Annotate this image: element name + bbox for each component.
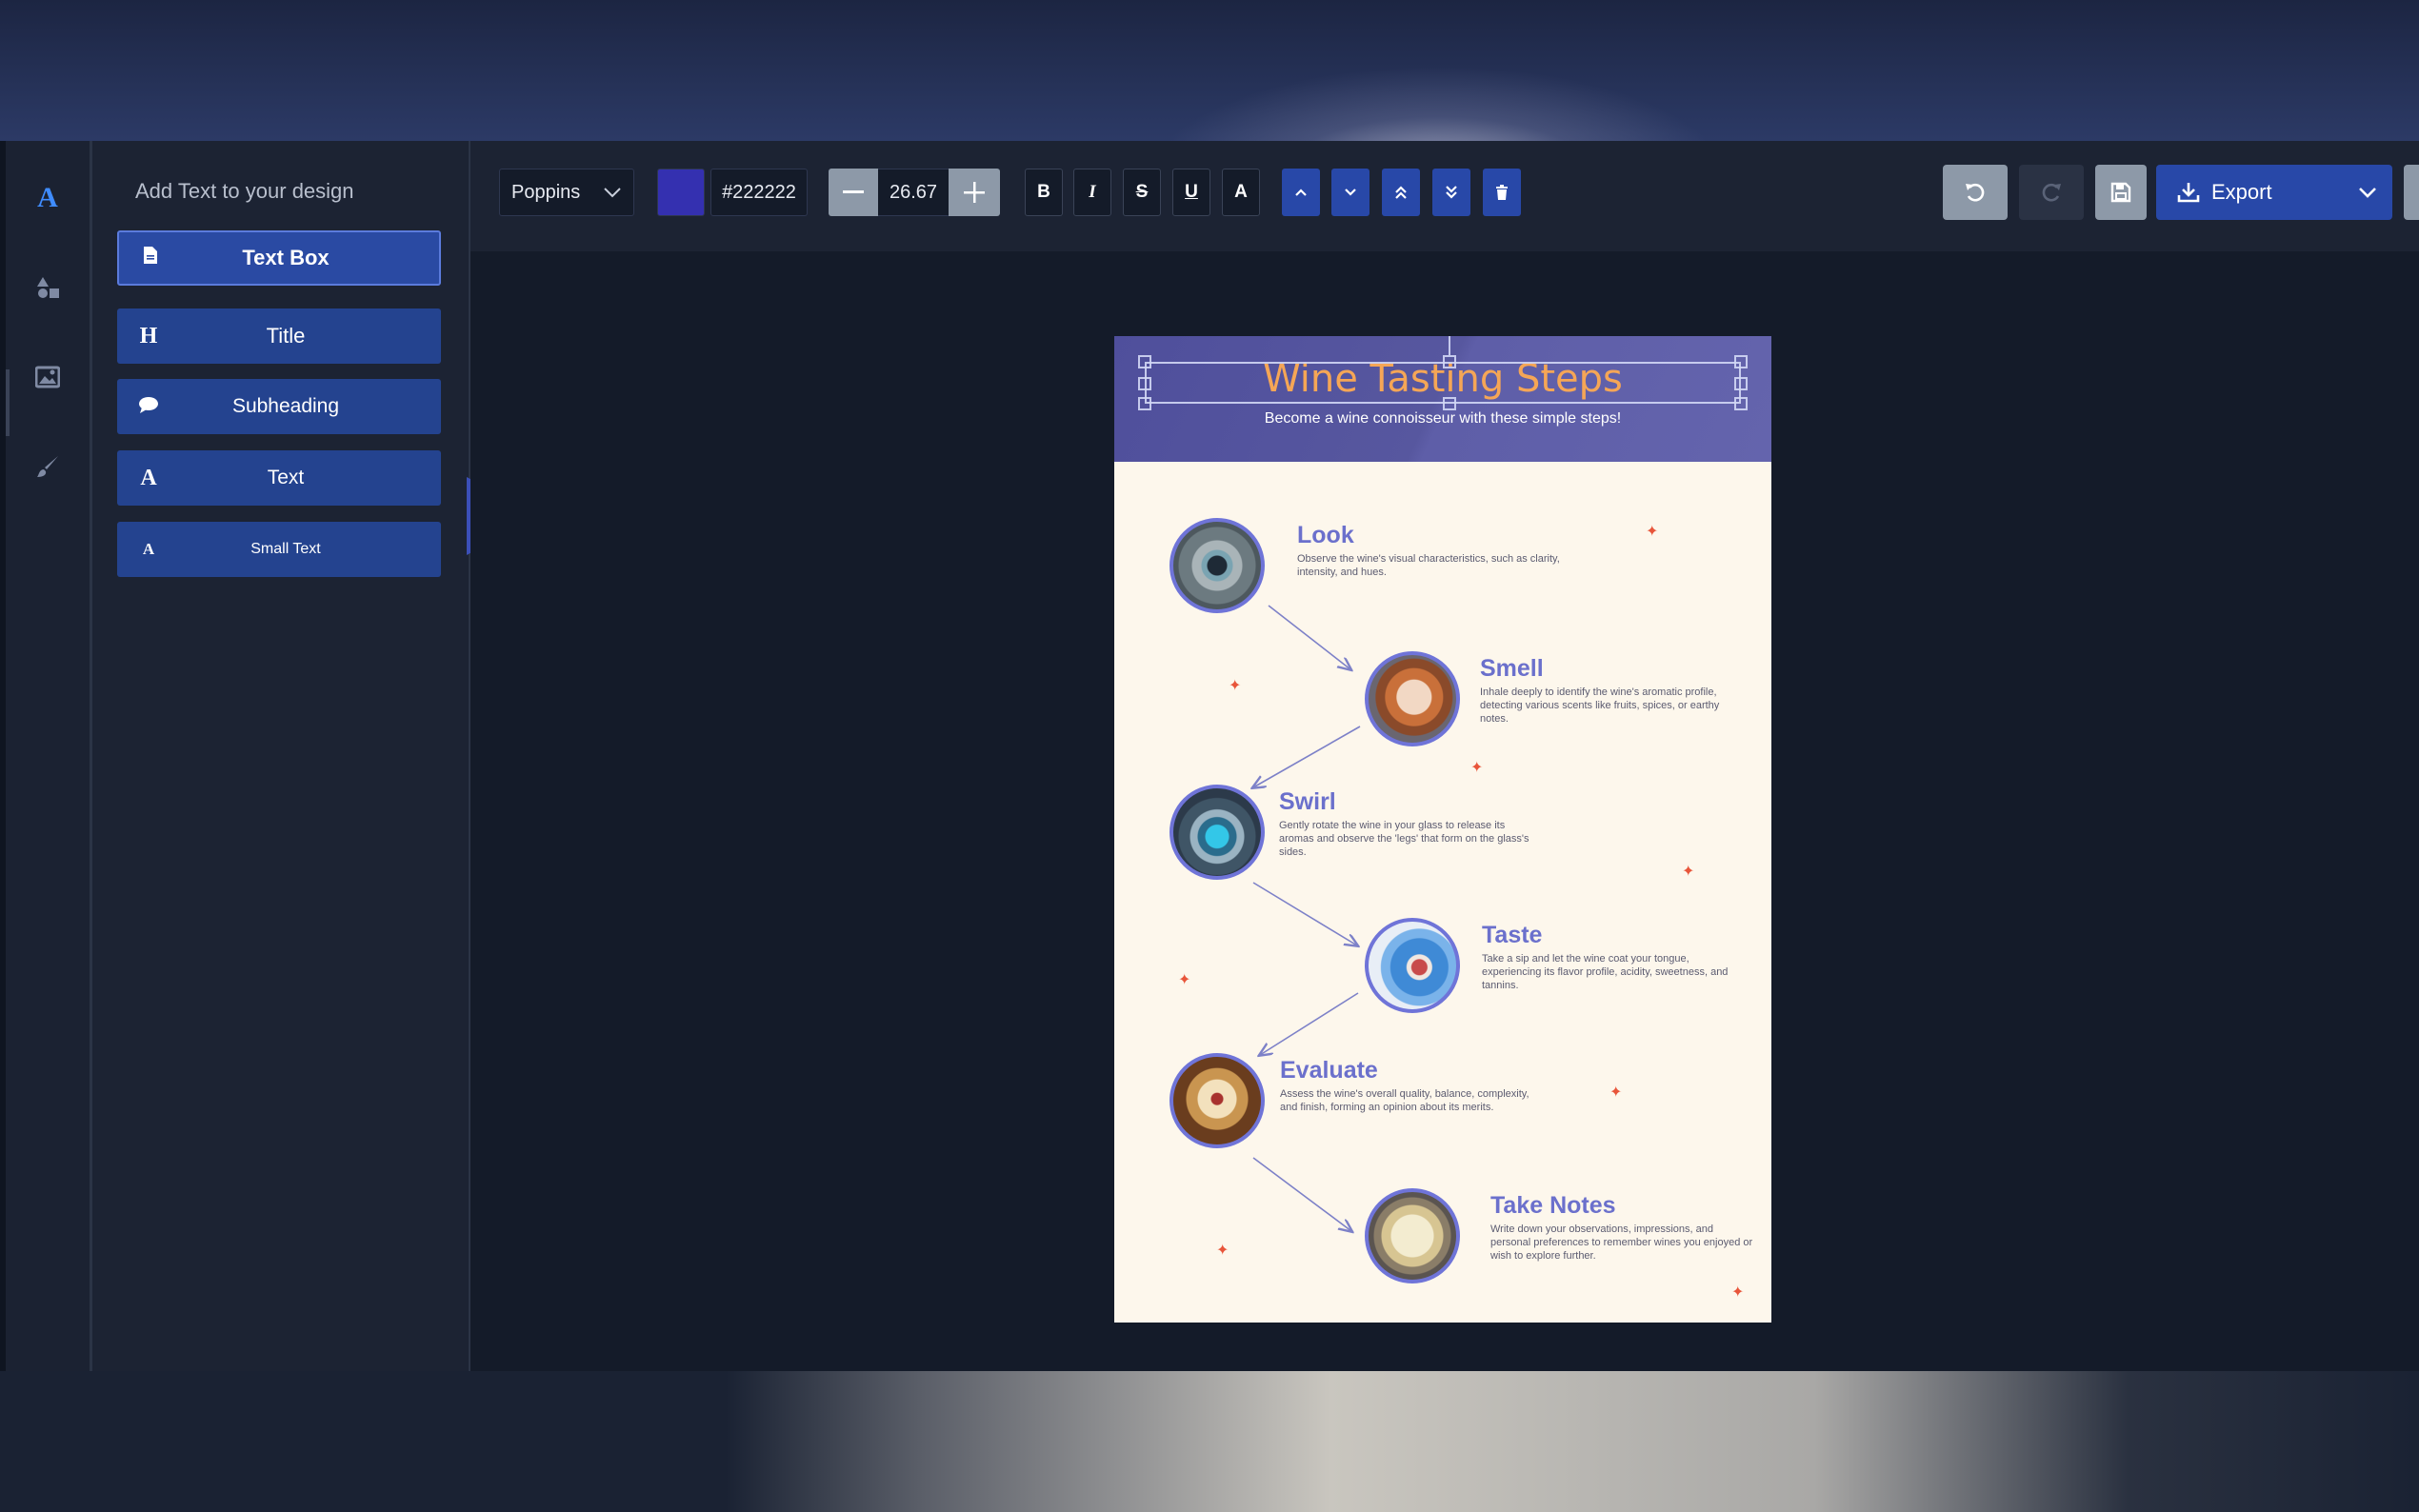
color-hex-input[interactable]: #222222 [710,169,808,216]
title-label: Title [266,324,306,348]
brush-tool-icon[interactable] [29,448,67,486]
rail-scroll-marker [6,369,10,436]
heading-icon: H [139,323,158,348]
eye-icon [1170,518,1265,613]
small-text-label: Small Text [250,541,321,557]
sparkle-icon: ✦ [1178,972,1191,988]
move-down-button[interactable] [1331,169,1369,216]
subheading-label: Subheading [231,395,340,417]
sparkle-icon: ✦ [1731,1284,1745,1301]
comment-icon [136,395,161,419]
step-description: Take a sip and let the wine coat your to… [1482,953,1729,991]
chevron-down-icon [1345,189,1356,196]
text-box-button[interactable]: Text Box [117,230,441,286]
step-title: Smell [1480,655,1544,682]
delete-button[interactable] [1483,169,1521,216]
export-label: Export [2211,180,2272,204]
step-title: Taste [1482,922,1543,948]
save-button[interactable] [2095,165,2147,220]
step-description: Observe the wine's visual characteristic… [1297,553,1560,578]
bring-to-front-button[interactable] [1382,169,1420,216]
bold-button[interactable]: B [1025,169,1063,216]
text-a-icon: A [140,465,157,490]
title-button[interactable]: H Title [117,308,441,364]
increase-size-button[interactable] [949,169,1000,216]
step-title: Swirl [1279,788,1336,815]
chevron-up-icon [1295,189,1307,196]
trash-icon [1496,185,1508,200]
text-color-button[interactable]: A [1222,169,1260,216]
undo-icon [1966,183,1985,202]
export-button[interactable]: Export [2156,165,2343,220]
sparkle-icon: ✦ [1229,678,1242,694]
double-chevron-down-icon [1446,186,1457,199]
color-swatch[interactable] [657,169,705,216]
decrease-size-button[interactable] [829,169,878,216]
underline-button[interactable]: U [1172,169,1210,216]
step-title: Look [1297,522,1354,548]
chevron-down-icon [2359,188,2376,198]
redo-button[interactable] [2019,165,2084,220]
step-description: Inhale deeply to identify the wine's aro… [1480,686,1720,725]
plus-icon [964,182,985,203]
text-button[interactable]: A Text [117,450,441,506]
sparkle-icon: ✦ [1470,760,1484,776]
sparkle-icon: ✦ [1216,1243,1229,1259]
text-label: Text [267,467,305,488]
step-title: Evaluate [1280,1057,1378,1084]
desktop-background-bottom [0,1371,2419,1512]
tool-rail: A [6,141,92,1371]
subheading-button[interactable]: Subheading [117,379,441,434]
double-chevron-up-icon [1395,186,1407,199]
minus-icon [843,190,864,193]
font-select[interactable]: Poppins [499,169,634,216]
redo-icon [2042,183,2061,202]
send-to-back-button[interactable] [1432,169,1470,216]
format-toolbar: Poppins #222222 26.67 B I S U A Export [470,141,2419,251]
desktop-background-top [0,0,2419,141]
strikethrough-button[interactable]: S [1123,169,1161,216]
image-tool-icon[interactable] [29,358,67,396]
save-icon [2110,182,2131,203]
sparkle-icon: ✦ [1646,524,1659,540]
step-description: Gently rotate the wine in your glass to … [1279,820,1529,858]
sparkle-icon: ✦ [1682,864,1695,880]
font-size-input[interactable]: 26.67 [878,169,949,216]
step-title: Take Notes [1490,1192,1616,1219]
design-page[interactable]: Wine Tasting Steps Become a wine connois… [1114,336,1771,1323]
undo-button[interactable] [1943,165,2008,220]
settings-button[interactable] [2404,165,2419,220]
evaluation-icon [1170,1053,1265,1148]
sparkle-icon: ✦ [1609,1084,1623,1101]
download-icon [2177,183,2200,203]
text-panel: Add Text to your design Text Box H Title… [92,141,470,1371]
mouth-icon [1365,918,1460,1013]
export-options-button[interactable] [2343,165,2392,220]
step-description: Assess the wine's overall quality, balan… [1280,1088,1529,1113]
text-box-label: Text Box [242,246,330,269]
swirl-glass-icon [1170,785,1265,880]
notebook-icon [1365,1188,1460,1283]
text-tool-icon[interactable]: A [29,179,67,217]
move-up-button[interactable] [1282,169,1320,216]
panel-title: Add Text to your design [135,179,354,203]
font-select-value: Poppins [511,181,581,203]
document-icon [138,246,163,270]
italic-button[interactable]: I [1073,169,1111,216]
chevron-down-icon [604,188,621,198]
step-description: Write down your observations, impression… [1490,1224,1753,1262]
face-icon [1365,651,1460,746]
small-text-button[interactable]: A Small Text [117,522,441,577]
shapes-tool-icon[interactable] [29,269,67,307]
small-text-a-icon: A [142,540,155,558]
